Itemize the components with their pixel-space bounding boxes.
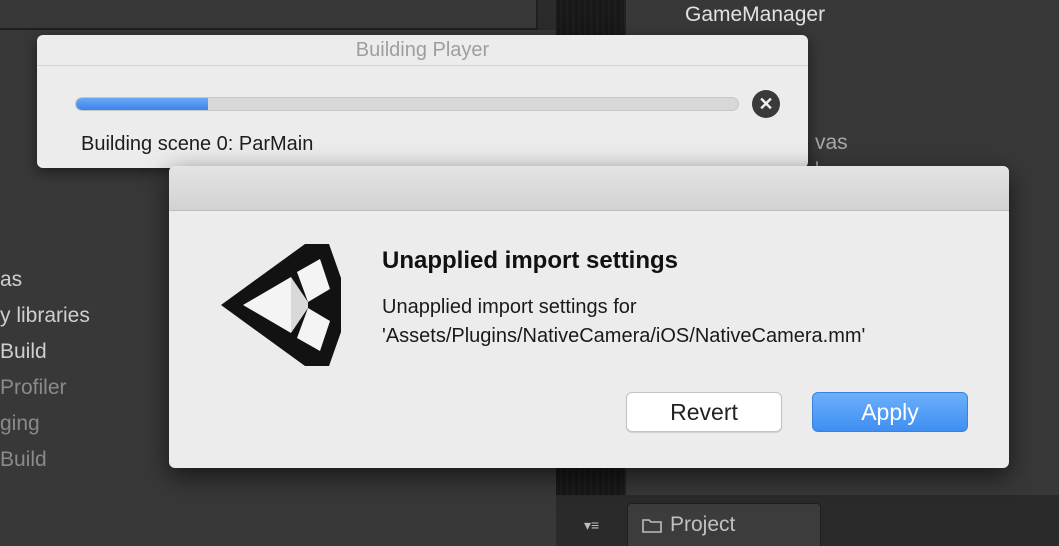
- hierarchy-item-canvas[interactable]: vas: [815, 131, 848, 155]
- cancel-build-button[interactable]: ✕: [752, 90, 780, 118]
- left-item-as[interactable]: as: [0, 268, 22, 292]
- build-window-titlebar: Building Player: [37, 35, 808, 66]
- hierarchy-item-gamemanager[interactable]: GameManager: [685, 3, 825, 27]
- scene-view-pane: [0, 0, 538, 30]
- build-progress-bar: [75, 97, 739, 111]
- unapplied-import-settings-dialog: Unapplied import settings Unapplied impo…: [169, 166, 1009, 468]
- build-progress-fill: [76, 98, 209, 110]
- dialog-titlebar: [169, 166, 1009, 211]
- left-item-libraries[interactable]: y libraries: [0, 304, 90, 328]
- folder-icon: [642, 518, 662, 533]
- building-player-window: Building Player ✕ Building scene 0: ParM…: [37, 35, 808, 168]
- left-item-build-2[interactable]: Build: [0, 448, 47, 472]
- panel-menu-icon[interactable]: ▾≡: [584, 517, 599, 534]
- close-icon: ✕: [758, 94, 774, 114]
- left-item-build[interactable]: Build: [0, 340, 47, 364]
- project-tab[interactable]: Project: [627, 503, 821, 546]
- build-status-text: Building scene 0: ParMain: [81, 133, 314, 155]
- project-tab-label: Project: [670, 513, 736, 536]
- build-window-title: Building Player: [355, 38, 490, 61]
- left-item-profiler[interactable]: Profiler: [0, 376, 67, 400]
- dialog-heading: Unapplied import settings: [382, 247, 679, 274]
- unity-logo-icon: [219, 242, 343, 368]
- apply-button[interactable]: Apply: [812, 392, 968, 432]
- revert-button[interactable]: Revert: [626, 392, 782, 432]
- left-item-debugging[interactable]: ging: [0, 412, 40, 436]
- dialog-message: Unapplied import settings for 'Assets/Pl…: [382, 296, 866, 347]
